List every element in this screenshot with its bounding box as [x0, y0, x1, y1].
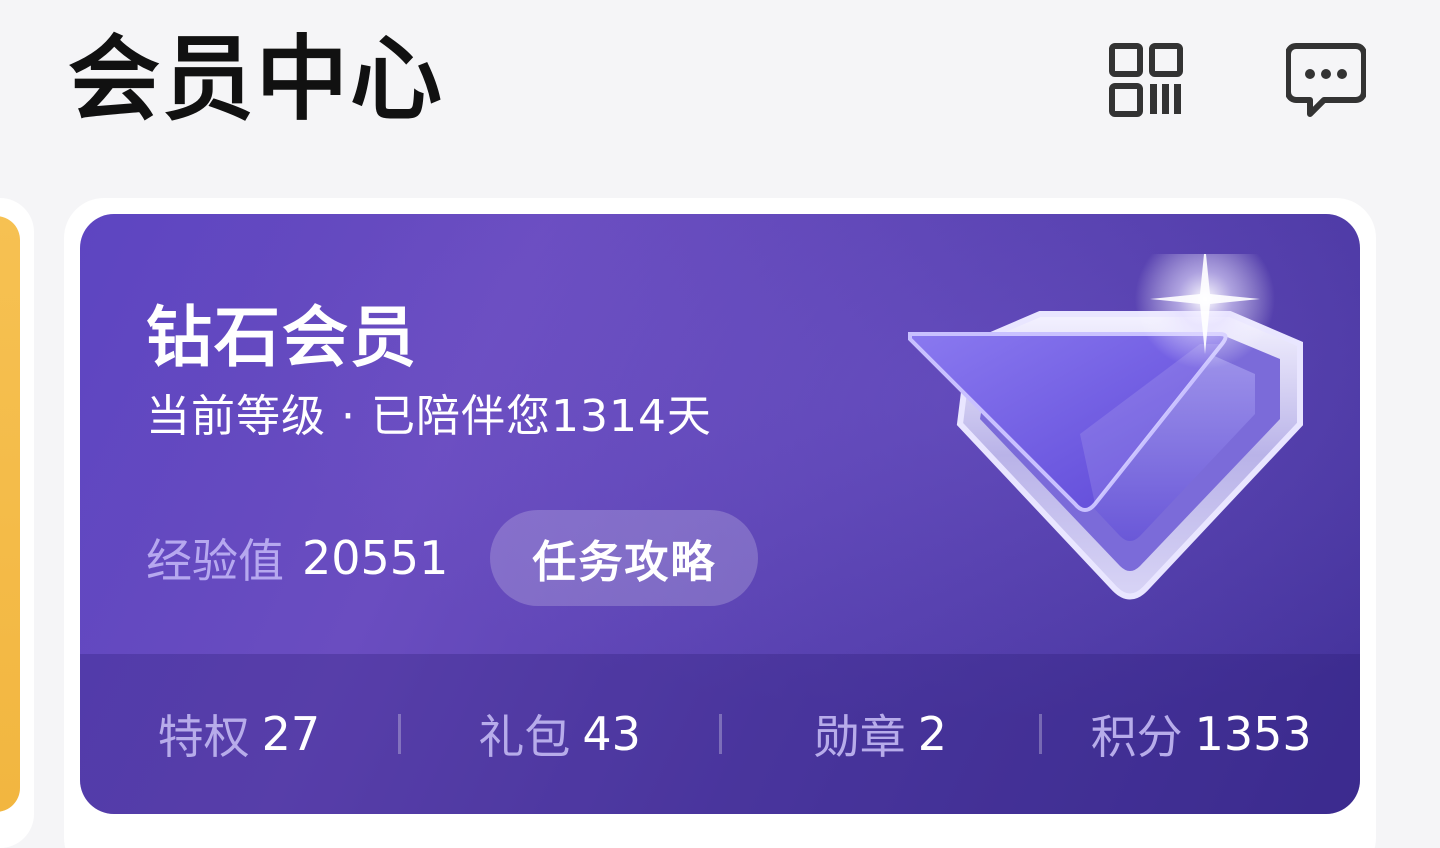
- stats-bar: 特权 27 礼包 43 勋章 2 积分 1353: [80, 654, 1360, 814]
- page-title: 会员中心: [68, 26, 445, 133]
- level-subtitle: 当前等级 · 已陪伴您1314天: [146, 391, 712, 442]
- message-button[interactable]: [1286, 40, 1366, 120]
- previous-level-card-face: [0, 216, 20, 812]
- stat-value: 1353: [1194, 707, 1312, 761]
- stat-privileges[interactable]: 特权 27: [80, 701, 398, 767]
- stat-label: 勋章: [813, 710, 906, 764]
- experience-row: 经验值 20551 任务攻略: [146, 510, 759, 606]
- exp-label: 经验值: [146, 534, 284, 588]
- stat-label: 积分: [1090, 710, 1183, 764]
- stat-label: 礼包: [478, 710, 571, 764]
- exp-value: 20551: [302, 531, 449, 585]
- qr-code-button[interactable]: [1106, 40, 1186, 120]
- stat-value: 2: [917, 707, 948, 761]
- member-center-page: 会员中心 钻石会员 当前等级 · 已陪伴您1314天 经验值 20551 任务攻…: [0, 0, 1440, 848]
- stat-label: 特权: [157, 710, 250, 764]
- stat-value: 27: [261, 707, 321, 761]
- stat-gift-packs[interactable]: 礼包 43: [401, 701, 719, 767]
- stat-points[interactable]: 积分 1353: [1042, 701, 1360, 767]
- stat-medals[interactable]: 勋章 2: [722, 701, 1040, 767]
- chat-bubble-icon: [1286, 43, 1366, 117]
- diamond-level-badge-icon: [908, 254, 1303, 600]
- stat-value: 43: [582, 707, 641, 761]
- level-name: 钻石会员: [146, 299, 418, 376]
- diamond-member-card[interactable]: 钻石会员 当前等级 · 已陪伴您1314天 经验值 20551 任务攻略 特权 …: [80, 214, 1360, 814]
- qr-code-icon: [1109, 43, 1183, 117]
- task-guide-button[interactable]: 任务攻略: [490, 510, 759, 606]
